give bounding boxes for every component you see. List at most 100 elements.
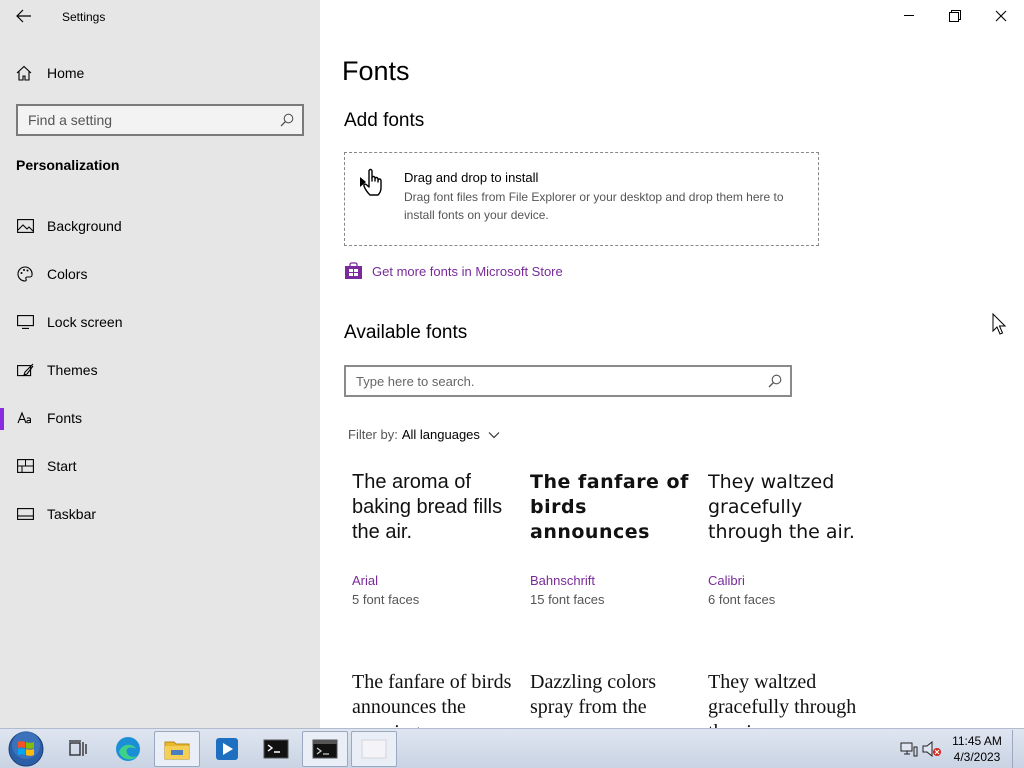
sidebar-item-label: Taskbar: [47, 506, 97, 522]
terminal-button[interactable]: [253, 731, 299, 767]
clock-date: 4/3/2023: [953, 750, 1001, 764]
volume-tray-button[interactable]: [921, 731, 943, 767]
sidebar-item-start[interactable]: Start: [0, 442, 320, 490]
section-title: Personalization: [16, 157, 120, 173]
font-sample: The fanfare of birds announces the…: [530, 471, 689, 543]
search-icon[interactable]: [280, 113, 294, 127]
font-drop-zone[interactable]: Drag and drop to install Drag font files…: [344, 152, 819, 246]
sidebar-item-colors[interactable]: Colors: [0, 250, 320, 298]
edge-browser-icon: [116, 737, 140, 761]
font-sample: They waltzed gracefully through the air.: [708, 471, 855, 543]
restore-button[interactable]: [932, 0, 978, 32]
brush-icon: [16, 361, 34, 379]
add-fonts-heading: Add fonts: [344, 110, 425, 131]
font-faces-count: 15 font faces: [530, 592, 605, 607]
page-title: Fonts: [342, 56, 410, 86]
media-player-icon: [216, 738, 238, 760]
setting-search-input[interactable]: [28, 112, 268, 128]
sidebar-item-label: Fonts: [47, 410, 83, 426]
sidebar-item-fonts[interactable]: Fonts: [0, 394, 320, 442]
restore-icon: [949, 10, 961, 22]
font-sample: The fanfare of birds announces the morni…: [352, 671, 512, 728]
settings-taskbar-button[interactable]: [351, 731, 397, 767]
sidebar: Settings Home Personalization Background…: [0, 0, 320, 728]
terminal-icon: [263, 739, 289, 759]
command-prompt-icon: [312, 739, 338, 759]
taskbar: 11:45 AM 4/3/2023: [0, 728, 1024, 768]
chevron-down-icon: [488, 431, 500, 438]
font-card-arial[interactable]: The aroma of baking bread fills the air.…: [352, 470, 522, 607]
font-sample: They waltzed gracefully through the air.: [708, 671, 857, 728]
font-card-calibri[interactable]: They waltzed gracefully through the air.…: [708, 470, 878, 607]
sidebar-item-lock-screen[interactable]: Lock screen: [0, 298, 320, 346]
home-nav-item[interactable]: Home: [16, 62, 84, 84]
close-button[interactable]: [978, 0, 1024, 32]
file-explorer-button[interactable]: [154, 731, 200, 767]
font-name: Arial: [352, 573, 379, 588]
font-search-input[interactable]: [356, 373, 736, 389]
filter-label: Filter by:: [348, 427, 398, 442]
windows-orb-icon: [8, 731, 44, 767]
palette-icon: [16, 265, 34, 283]
font-card[interactable]: Dazzling colors spray from the: [530, 670, 700, 728]
sidebar-item-taskbar[interactable]: Taskbar: [0, 490, 320, 538]
network-tray-button[interactable]: [898, 731, 920, 767]
sidebar-item-label: Background: [47, 218, 122, 234]
store-icon: [345, 262, 362, 279]
back-button[interactable]: [10, 4, 38, 28]
close-icon: [995, 10, 1007, 22]
home-icon: [16, 65, 32, 81]
font-card[interactable]: The fanfare of birds announces the morni…: [352, 670, 522, 728]
font-name: Bahnschrift: [530, 573, 596, 588]
network-icon: [900, 742, 918, 757]
font-card[interactable]: They waltzed gracefully through the air.: [708, 670, 878, 728]
home-label: Home: [47, 65, 85, 81]
setting-search-box[interactable]: [16, 104, 304, 136]
search-icon[interactable]: [768, 374, 782, 388]
font-name: Calibri: [708, 573, 745, 588]
mouse-cursor-icon: [992, 313, 1006, 335]
taskbar-icon: [16, 505, 34, 523]
filter-value: All languages: [401, 427, 480, 442]
task-view-button[interactable]: [55, 731, 101, 767]
sidebar-item-label: Lock screen: [47, 314, 123, 330]
sidebar-item-label: Themes: [47, 362, 98, 378]
dropzone-description: Drag font files from File Explorer or yo…: [404, 190, 784, 222]
font-search-box[interactable]: [344, 365, 792, 397]
font-sample: Dazzling colors spray from the: [530, 671, 657, 718]
sidebar-item-label: Colors: [47, 266, 88, 282]
hand-pointer-icon: [360, 168, 382, 196]
volume-muted-icon: [922, 741, 941, 757]
sidebar-item-label: Start: [47, 458, 77, 474]
minimize-icon: [903, 15, 914, 16]
language-filter[interactable]: Filter by: All languages: [348, 427, 500, 442]
back-arrow-icon: [16, 9, 31, 23]
command-prompt-button[interactable]: [302, 731, 348, 767]
task-view-icon: [69, 740, 87, 756]
settings-window-icon: [361, 739, 387, 759]
available-fonts-heading: Available fonts: [344, 322, 468, 343]
tiles-icon: [16, 457, 34, 475]
font-sample: The aroma of baking bread fills the air.: [352, 471, 503, 543]
dropzone-title: Drag and drop to install: [404, 170, 539, 185]
sidebar-item-themes[interactable]: Themes: [0, 346, 320, 394]
picture-icon: [16, 217, 34, 235]
sidebar-item-background[interactable]: Background: [0, 202, 320, 250]
font-faces-count: 5 font faces: [352, 592, 420, 607]
monitor-icon: [16, 313, 34, 331]
font-icon: [16, 409, 34, 427]
store-link-label: Get more fonts in Microsoft Store: [372, 263, 563, 279]
window-title: Settings: [62, 10, 106, 24]
folder-icon: [164, 741, 190, 760]
edge-button[interactable]: [105, 731, 151, 767]
font-card-bahnschrift[interactable]: The fanfare of birds announces the… Bahn…: [530, 470, 700, 607]
microsoft-store-link[interactable]: Get more fonts in Microsoft Store: [344, 262, 563, 280]
clock-time: 11:45 AM: [952, 734, 1002, 748]
media-player-button[interactable]: [204, 731, 250, 767]
start-button[interactable]: [6, 730, 46, 768]
show-desktop-button[interactable]: [1012, 730, 1024, 768]
taskbar-clock[interactable]: 11:45 AM 4/3/2023: [944, 733, 1010, 765]
minimize-button[interactable]: [886, 0, 932, 32]
font-faces-count: 6 font faces: [708, 592, 776, 607]
personalization-nav: Background Colors Lock screen Themes Fon…: [0, 202, 320, 538]
